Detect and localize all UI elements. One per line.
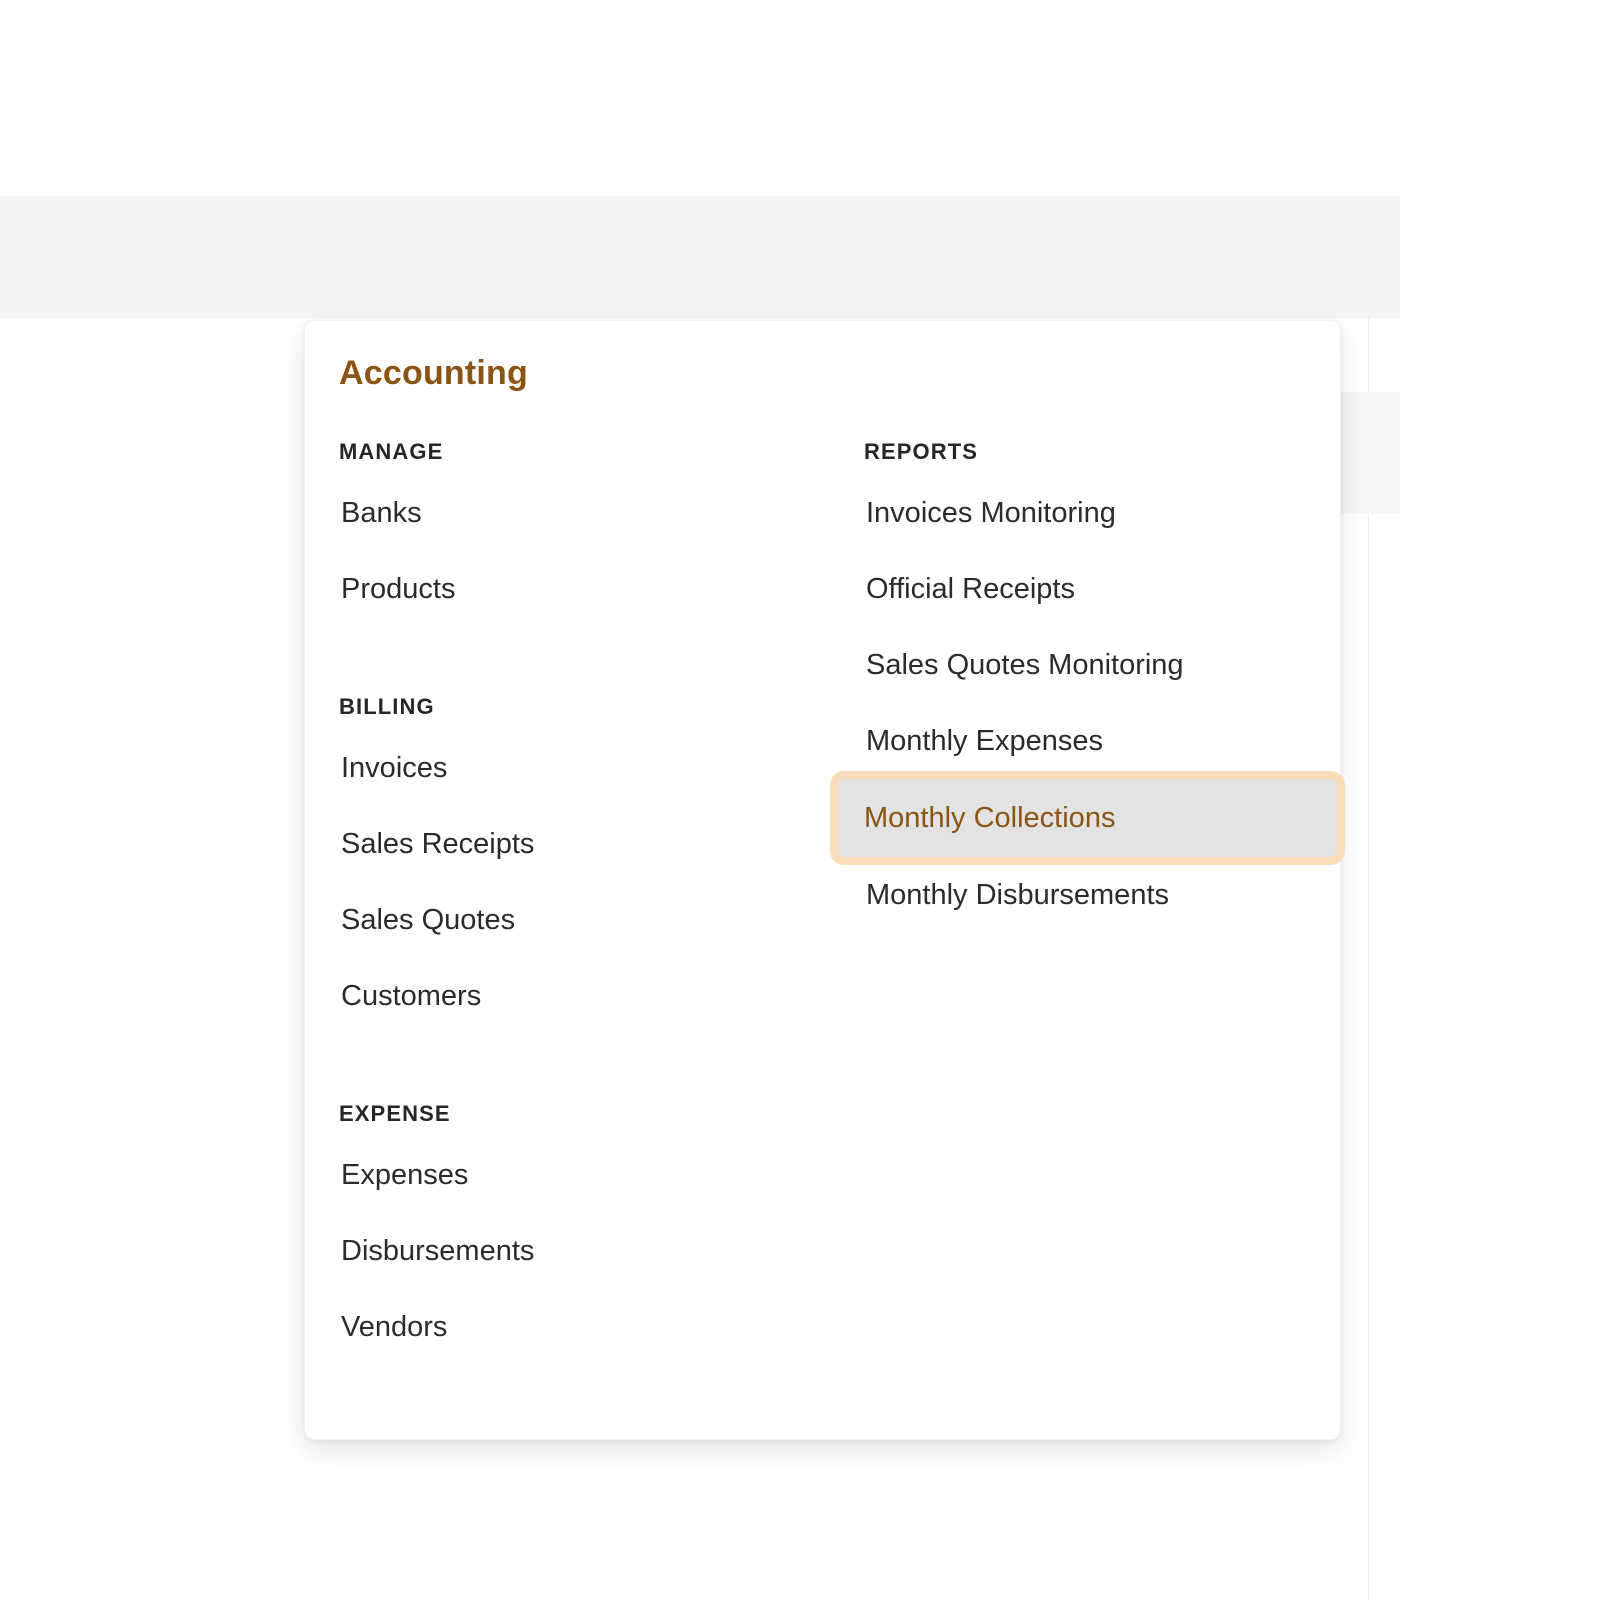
group-title-manage: MANAGE <box>339 439 444 464</box>
menu-item-vendors[interactable]: Vendors <box>339 1289 809 1365</box>
menu-item-customers[interactable]: Customers <box>339 958 809 1034</box>
top-navigation-bar <box>0 196 1400 514</box>
menu-item-banks[interactable]: Banks <box>339 475 809 551</box>
menu-item-invoices[interactable]: Invoices <box>339 730 809 806</box>
menu-item-monthly-expenses[interactable]: Monthly Expenses <box>864 703 1334 779</box>
menu-item-monthly-disbursements[interactable]: Monthly Disbursements <box>864 857 1334 933</box>
dropdown-column-left: MANAGE Banks Products BILLING Invoices S… <box>339 429 809 1365</box>
menu-group-manage: MANAGE Banks Products <box>339 429 809 627</box>
screen-root: Accounting MANAGE Banks Products BILLING… <box>0 0 1600 1600</box>
menu-item-products[interactable]: Products <box>339 551 809 627</box>
menu-item-disbursements[interactable]: Disbursements <box>339 1213 809 1289</box>
menu-item-monthly-collections[interactable]: Monthly Collections <box>838 779 1337 857</box>
menu-item-official-receipts[interactable]: Official Receipts <box>864 551 1334 627</box>
menu-item-sales-quotes[interactable]: Sales Quotes <box>339 882 809 958</box>
group-title-expense: EXPENSE <box>339 1101 451 1126</box>
menu-group-billing: BILLING Invoices Sales Receipts Sales Qu… <box>339 684 809 1034</box>
menu-item-sales-quotes-monitoring[interactable]: Sales Quotes Monitoring <box>864 627 1334 703</box>
menu-item-invoices-monitoring[interactable]: Invoices Monitoring <box>864 475 1334 551</box>
group-title-billing: BILLING <box>339 694 435 719</box>
dropdown-title: Accounting <box>339 354 528 392</box>
group-title-reports: REPORTS <box>864 439 979 464</box>
dropdown-column-right: REPORTS Invoices Monitoring Official Rec… <box>838 429 1337 933</box>
menu-group-expense: EXPENSE Expenses Disbursements Vendors <box>339 1091 809 1365</box>
menu-group-reports: REPORTS Invoices Monitoring Official Rec… <box>838 429 1337 933</box>
accounting-dropdown-panel: Accounting MANAGE Banks Products BILLING… <box>304 320 1341 1440</box>
menu-item-expenses[interactable]: Expenses <box>339 1137 809 1213</box>
menu-item-sales-receipts[interactable]: Sales Receipts <box>339 806 809 882</box>
